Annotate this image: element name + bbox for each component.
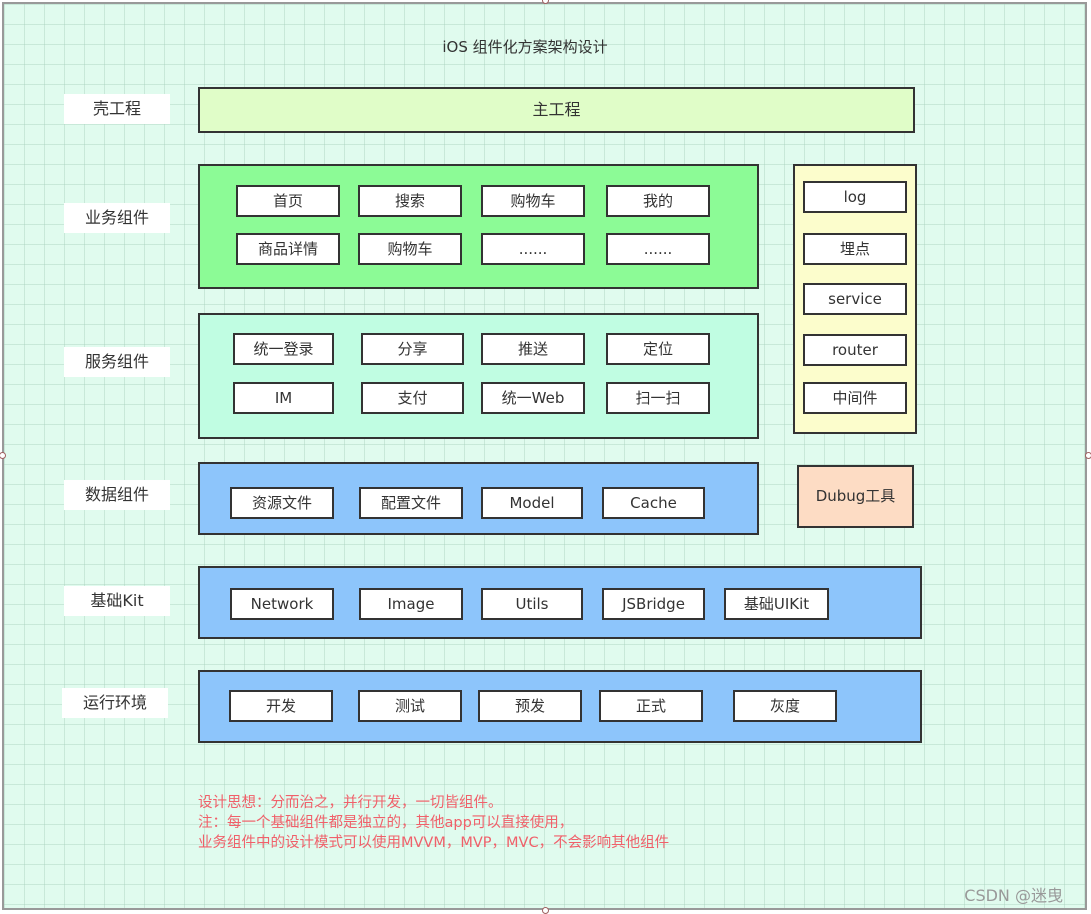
service-components-panel[interactable] bbox=[198, 313, 759, 439]
business-item-cart[interactable]: 购物车 bbox=[481, 185, 585, 217]
service-item-share[interactable]: 分享 bbox=[361, 333, 464, 365]
design-notes: 设计思想：分而治之，并行开发，一切皆组件。 注：每一个基础组件都是独立的，其他a… bbox=[198, 793, 669, 853]
runtime-item-gray-release[interactable]: 灰度 bbox=[733, 690, 837, 722]
data-item-resource-files[interactable]: 资源文件 bbox=[230, 487, 334, 519]
data-item-model[interactable]: Model bbox=[481, 487, 583, 519]
business-item-mine[interactable]: 我的 bbox=[606, 185, 710, 217]
runtime-item-test[interactable]: 测试 bbox=[358, 690, 462, 722]
business-components-panel[interactable] bbox=[198, 164, 759, 289]
note-line: 设计思想：分而治之，并行开发，一切皆组件。 bbox=[198, 795, 503, 811]
watermark: CSDN @迷曳 bbox=[964, 886, 1063, 905]
layer-label-service: 服务组件 bbox=[64, 347, 170, 377]
business-item-cart-2[interactable]: 购物车 bbox=[358, 233, 462, 265]
note-line: 业务组件中的设计模式可以使用MVVM，MVP，MVC，不会影响其他组件 bbox=[198, 835, 670, 851]
basekit-item-image[interactable]: Image bbox=[359, 588, 463, 620]
side-item-tracking[interactable]: 埋点 bbox=[803, 233, 907, 265]
service-item-unified-web[interactable]: 统一Web bbox=[481, 382, 585, 414]
layer-label-shell: 壳工程 bbox=[64, 94, 170, 124]
side-item-middleware[interactable]: 中间件 bbox=[803, 382, 907, 414]
resize-handle-bottom[interactable] bbox=[542, 907, 549, 914]
business-item-search[interactable]: 搜索 bbox=[358, 185, 462, 217]
layer-label-runtime: 运行环境 bbox=[62, 688, 168, 718]
runtime-item-staging[interactable]: 预发 bbox=[478, 690, 582, 722]
layer-label-business: 业务组件 bbox=[64, 203, 170, 233]
data-item-cache[interactable]: Cache bbox=[602, 487, 705, 519]
debug-tool-label: Dubug工具 bbox=[815, 487, 896, 505]
side-item-log[interactable]: log bbox=[803, 181, 907, 213]
debug-tool-box[interactable]: Dubug工具 bbox=[797, 465, 914, 528]
data-item-config-files[interactable]: 配置文件 bbox=[359, 487, 463, 519]
basekit-item-network[interactable]: Network bbox=[230, 588, 334, 620]
note-line: 注：每一个基础组件都是独立的，其他app可以直接使用， bbox=[198, 815, 574, 831]
service-item-scan[interactable]: 扫一扫 bbox=[606, 382, 710, 414]
diagram-title: iOS 组件化方案架构设计 bbox=[442, 38, 608, 56]
service-item-unified-login[interactable]: 统一登录 bbox=[233, 333, 334, 365]
business-item-more-1[interactable]: ...... bbox=[481, 233, 585, 265]
layer-label-data: 数据组件 bbox=[64, 480, 170, 510]
side-item-router[interactable]: router bbox=[803, 334, 907, 366]
service-item-payment[interactable]: 支付 bbox=[361, 382, 464, 414]
layer-label-basekit: 基础Kit bbox=[64, 586, 170, 616]
main-project-label: 主工程 bbox=[532, 100, 581, 119]
service-item-location[interactable]: 定位 bbox=[606, 333, 710, 365]
business-item-home[interactable]: 首页 bbox=[236, 185, 340, 217]
runtime-item-production[interactable]: 正式 bbox=[599, 690, 703, 722]
business-item-product-detail[interactable]: 商品详情 bbox=[236, 233, 340, 265]
service-item-push[interactable]: 推送 bbox=[481, 333, 585, 365]
basekit-item-utils[interactable]: Utils bbox=[481, 588, 583, 620]
diagram-canvas bbox=[2, 2, 1087, 910]
resize-handle-right[interactable] bbox=[1085, 452, 1091, 459]
business-item-more-2[interactable]: ...... bbox=[606, 233, 710, 265]
main-project-panel[interactable]: 主工程 bbox=[198, 87, 915, 133]
basekit-item-base-uikit[interactable]: 基础UIKit bbox=[724, 588, 829, 620]
basekit-item-jsbridge[interactable]: JSBridge bbox=[602, 588, 705, 620]
service-item-im[interactable]: IM bbox=[233, 382, 334, 414]
side-item-service[interactable]: service bbox=[803, 283, 907, 315]
runtime-item-dev[interactable]: 开发 bbox=[229, 690, 333, 722]
